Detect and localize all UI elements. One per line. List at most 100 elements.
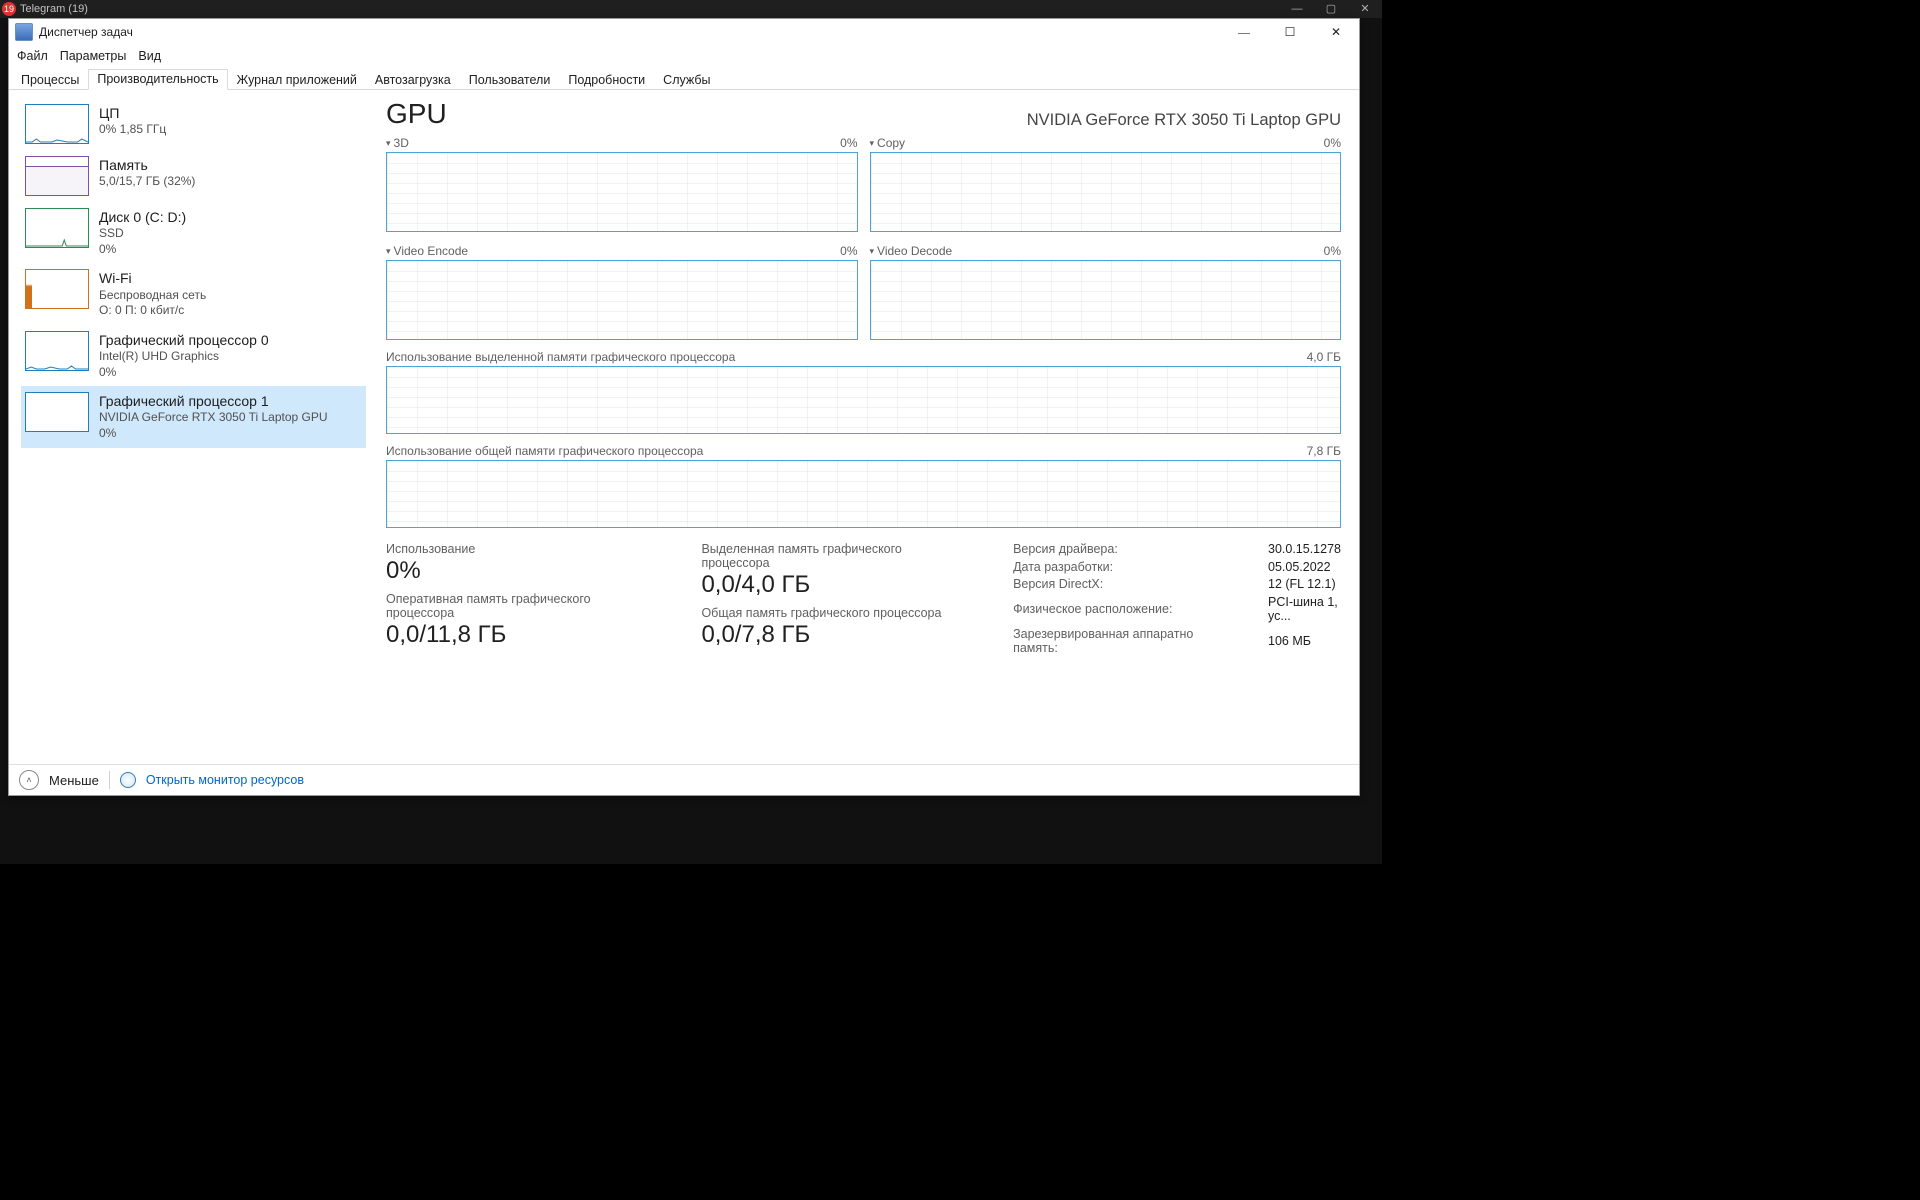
graph-shared-memory[interactable] xyxy=(386,460,1341,528)
background-window-title: Telegram (19) xyxy=(20,0,88,18)
sidebar-item-subtext2: 0% xyxy=(99,365,269,381)
dedicated-mem-graph-label: Использование выделенной памяти графичес… xyxy=(386,350,735,364)
tab-users[interactable]: Пользователи xyxy=(460,70,560,90)
info-reserved-key: Зарезервированная аппаратно память: xyxy=(1013,627,1238,655)
background-window-titlebar: 19 Telegram (19) — ▢ ✕ xyxy=(0,0,1382,18)
info-driver-date-val: 05.05.2022 xyxy=(1268,560,1341,574)
sidebar-item-label: ЦП xyxy=(99,104,166,122)
graph-copy-percent: 0% xyxy=(1324,136,1341,150)
tab-app-history[interactable]: Журнал приложений xyxy=(228,70,366,90)
task-manager-icon xyxy=(15,23,33,41)
sidebar-item-gpu0[interactable]: Графический процессор 0 Intel(R) UHD Gra… xyxy=(21,325,366,386)
sidebar-item-subtext: 0% 1,85 ГГц xyxy=(99,122,166,138)
info-driver-date-key: Дата разработки: xyxy=(1013,560,1238,574)
graph-copy-label[interactable]: Copy xyxy=(877,136,905,150)
sidebar-item-cpu[interactable]: ЦП 0% 1,85 ГГц xyxy=(21,98,366,150)
chevron-down-icon[interactable]: ▾ xyxy=(386,246,391,257)
sidebar-item-subtext2: 0% xyxy=(99,242,186,258)
sidebar-item-gpu1[interactable]: Графический процессор 1 NVIDIA GeForce R… xyxy=(21,386,366,447)
chevron-down-icon[interactable]: ▾ xyxy=(386,138,391,149)
open-resource-monitor-link[interactable]: Открыть монитор ресурсов xyxy=(146,773,304,787)
resource-monitor-icon xyxy=(120,772,136,788)
sidebar-item-subtext: 5,0/15,7 ГБ (32%) xyxy=(99,174,195,190)
shared-mem-graph-label: Использование общей памяти графического … xyxy=(386,444,703,458)
sidebar-item-label: Диск 0 (C: D:) xyxy=(99,208,186,226)
memory-sparkline-icon xyxy=(25,156,89,196)
performance-sidebar: ЦП 0% 1,85 ГГц Память 5,0/15,7 ГБ (32%) xyxy=(9,90,366,764)
tab-startup[interactable]: Автозагрузка xyxy=(366,70,460,90)
graph-video-encode-label[interactable]: Video Encode xyxy=(394,244,469,258)
bg-close-button[interactable]: ✕ xyxy=(1348,0,1382,18)
sidebar-item-wifi[interactable]: Wi-Fi Беспроводная сеть О: 0 П: 0 кбит/с xyxy=(21,263,366,324)
sidebar-item-label: Память xyxy=(99,156,195,174)
info-reserved-val: 106 МБ xyxy=(1268,634,1341,648)
task-manager-window: Диспетчер задач — ☐ ✕ Файл Параметры Вид… xyxy=(8,18,1360,796)
graph-video-decode-percent: 0% xyxy=(1324,244,1341,258)
stat-dedicated-value: 0,0/4,0 ГБ xyxy=(701,571,953,599)
telegram-badge-icon: 19 xyxy=(2,2,16,16)
divider xyxy=(109,771,110,789)
stat-shared-label: Общая память графического процессора xyxy=(701,606,953,620)
sidebar-item-subtext: NVIDIA GeForce RTX 3050 Ti Laptop GPU xyxy=(99,410,328,426)
graph-video-decode[interactable] xyxy=(870,260,1342,340)
bg-maximize-button[interactable]: ▢ xyxy=(1314,0,1348,18)
background-window-controls: — ▢ ✕ xyxy=(1280,0,1382,18)
close-button[interactable]: ✕ xyxy=(1313,19,1359,45)
gpu0-sparkline-icon xyxy=(25,331,89,371)
fewer-details-button[interactable]: Меньше xyxy=(49,773,99,788)
graph-3d[interactable] xyxy=(386,152,858,232)
info-driver-version-key: Версия драйвера: xyxy=(1013,542,1238,556)
chevron-down-icon[interactable]: ▾ xyxy=(870,246,875,257)
tab-details[interactable]: Подробности xyxy=(559,70,654,90)
graph-video-decode-label[interactable]: Video Decode xyxy=(877,244,952,258)
page-title: GPU xyxy=(386,98,447,130)
menu-bar: Файл Параметры Вид xyxy=(9,45,1359,66)
sidebar-item-subtext: Intel(R) UHD Graphics xyxy=(99,349,269,365)
sidebar-item-subtext: SSD xyxy=(99,226,186,242)
sidebar-item-subtext2: 0% xyxy=(99,426,328,442)
dedicated-mem-graph-max: 4,0 ГБ xyxy=(1307,350,1341,364)
stat-usage-value: 0% xyxy=(386,557,641,585)
window-titlebar[interactable]: Диспетчер задач — ☐ ✕ xyxy=(9,19,1359,45)
window-title: Диспетчер задач xyxy=(39,25,133,39)
bg-minimize-button[interactable]: — xyxy=(1280,0,1314,18)
stat-usage-label: Использование xyxy=(386,542,641,556)
sidebar-item-subtext2: О: 0 П: 0 кбит/с xyxy=(99,303,206,319)
window-footer: ˄ Меньше Открыть монитор ресурсов xyxy=(9,764,1359,795)
disk-sparkline-icon xyxy=(25,208,89,248)
minimize-button[interactable]: — xyxy=(1221,19,1267,45)
tab-strip: Процессы Производительность Журнал прило… xyxy=(9,66,1359,90)
graph-video-encode-percent: 0% xyxy=(840,244,857,258)
sidebar-item-label: Графический процессор 0 xyxy=(99,331,269,349)
sidebar-item-label: Wi-Fi xyxy=(99,269,206,287)
gpu-info-table: Версия драйвера: 30.0.15.1278 Дата разра… xyxy=(1013,542,1341,655)
menu-file[interactable]: Файл xyxy=(17,45,48,66)
sidebar-item-disk0[interactable]: Диск 0 (C: D:) SSD 0% xyxy=(21,202,366,263)
gpu1-sparkline-icon xyxy=(25,392,89,432)
fewer-details-icon[interactable]: ˄ xyxy=(19,770,39,790)
maximize-button[interactable]: ☐ xyxy=(1267,19,1313,45)
graph-copy[interactable] xyxy=(870,152,1342,232)
device-name: NVIDIA GeForce RTX 3050 Ti Laptop GPU xyxy=(1027,111,1341,130)
sidebar-item-memory[interactable]: Память 5,0/15,7 ГБ (32%) xyxy=(21,150,366,202)
graph-dedicated-memory[interactable] xyxy=(386,366,1341,434)
stat-gpuram-value: 0,0/11,8 ГБ xyxy=(386,621,641,649)
graph-3d-percent: 0% xyxy=(840,136,857,150)
performance-main-panel: GPU NVIDIA GeForce RTX 3050 Ti Laptop GP… xyxy=(366,90,1359,764)
wifi-sparkline-icon xyxy=(25,269,89,309)
info-location-val: PCI-шина 1, ус... xyxy=(1268,595,1341,623)
shared-mem-graph-max: 7,8 ГБ xyxy=(1307,444,1341,458)
graph-3d-label[interactable]: 3D xyxy=(394,136,409,150)
menu-options[interactable]: Параметры xyxy=(60,45,127,66)
stat-dedicated-label: Выделенная память графического процессор… xyxy=(701,542,953,570)
graph-video-encode[interactable] xyxy=(386,260,858,340)
tab-processes[interactable]: Процессы xyxy=(12,70,88,90)
info-directx-val: 12 (FL 12.1) xyxy=(1268,577,1341,591)
tab-performance[interactable]: Производительность xyxy=(88,69,227,90)
tab-services[interactable]: Службы xyxy=(654,70,719,90)
menu-view[interactable]: Вид xyxy=(138,45,161,66)
chevron-down-icon[interactable]: ▾ xyxy=(870,138,875,149)
stat-gpuram-label: Оперативная память графического процессо… xyxy=(386,592,641,620)
cpu-sparkline-icon xyxy=(25,104,89,144)
info-driver-version-val: 30.0.15.1278 xyxy=(1268,542,1341,556)
